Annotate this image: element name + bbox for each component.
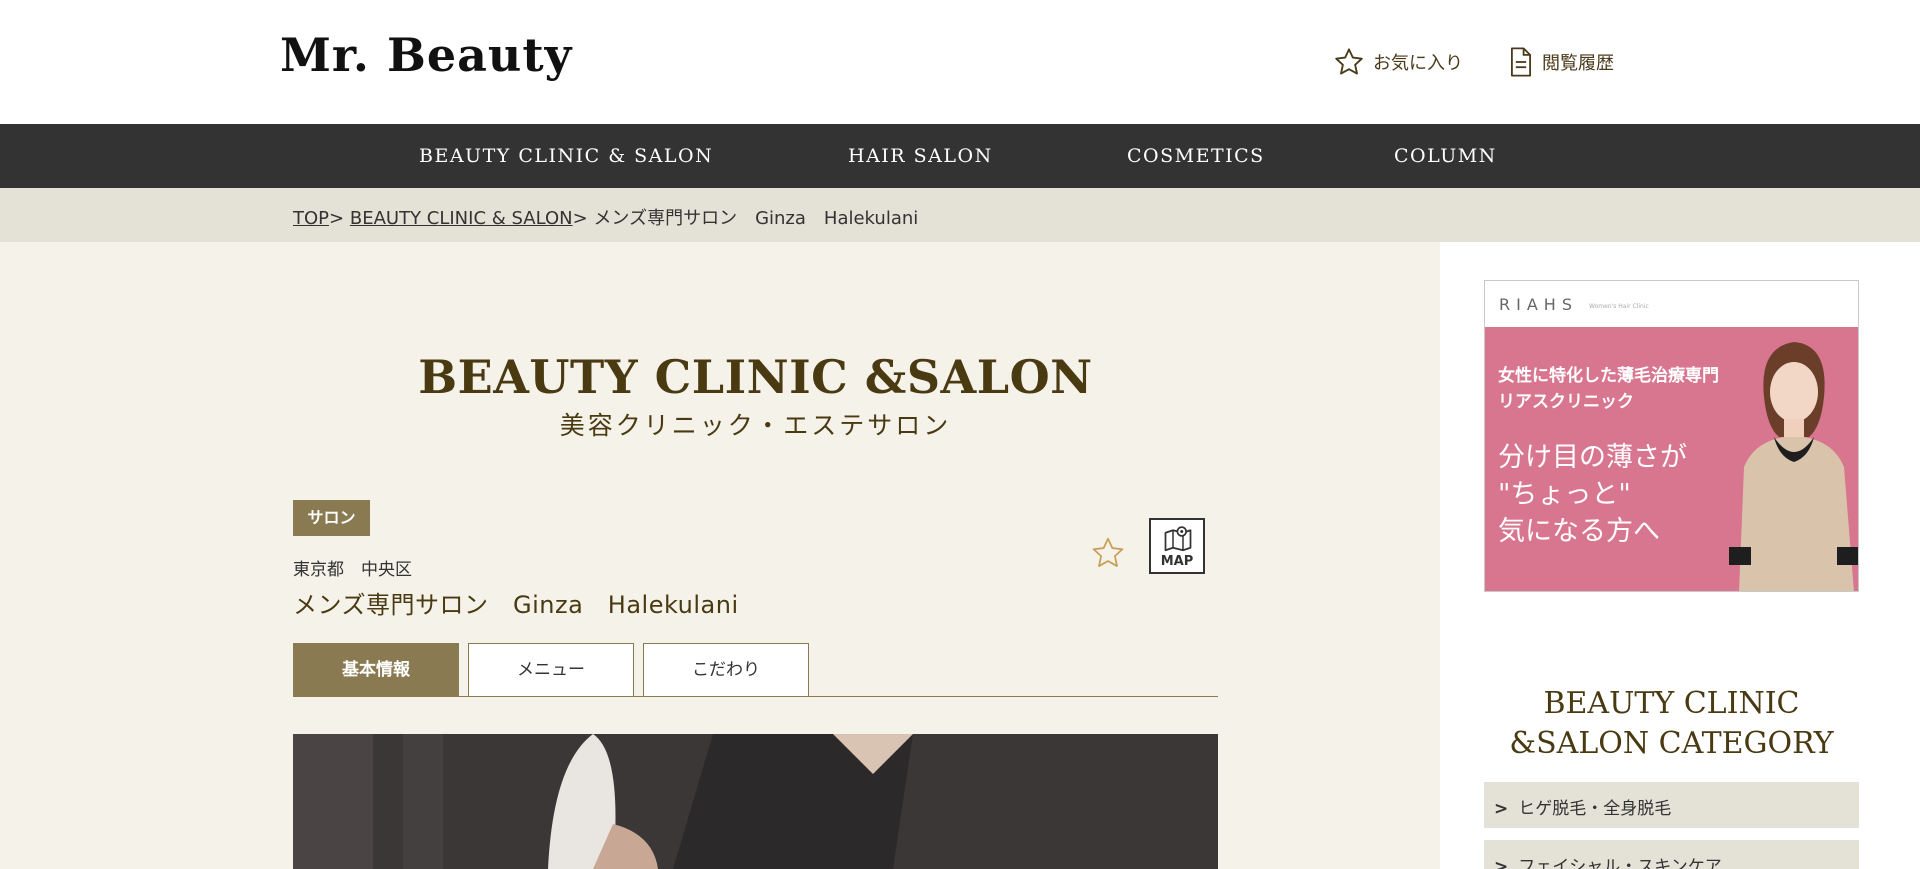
star-icon [1333,46,1365,78]
sidebar-category-label: ヒゲ脱毛・全身脱毛 [1518,799,1672,819]
breadcrumb-category[interactable]: BEAUTY CLINIC & SALON [350,208,573,229]
breadcrumb-separator: > [572,208,588,229]
breadcrumb-separator: > [329,208,345,229]
history-link[interactable]: 閲覧履歴 [1508,46,1614,78]
shop-name: メンズ専門サロン Ginza Halekulani [293,591,739,619]
sidebar-category-item[interactable]: > ヒゲ脱毛・全身脱毛 [1484,782,1859,828]
banner-headline: 分け目の薄さが "ちょっと" 気になる方へ [1498,439,1687,550]
sidebar-category-label: フェイシャル・スキンケア [1518,857,1722,869]
shop-photo [293,734,1218,869]
document-icon [1508,46,1534,78]
banner-headline-line3: 気になる方へ [1498,516,1660,547]
ad-banner[interactable]: RIAHS Women's Hair Clinic 女性に特化した薄毛治療専門 … [1484,280,1859,592]
tab-basic-info[interactable]: 基本情報 [293,643,459,697]
banner-lead-line1: 女性に特化した薄毛治療専門 [1498,366,1719,386]
chevron-right-icon: > [1494,857,1509,869]
nav-item-column[interactable]: COLUMN [1394,145,1497,167]
page-subtitle: 美容クリニック・エステサロン [559,411,952,440]
favorites-label: お気に入り [1373,53,1463,74]
shop-location: 東京都 中央区 [293,560,412,580]
favorite-star-button[interactable] [1090,535,1126,571]
sidebar-category-title-line2: &SALON CATEGORY [1509,726,1834,761]
nav-item-cosmetics[interactable]: COSMETICS [1127,145,1265,167]
site-logo[interactable]: Mr. Beauty [280,28,572,82]
history-label: 閲覧履歴 [1542,53,1614,74]
site-header: Mr. Beauty お気に入り 閲覧履歴 [0,0,1920,124]
breadcrumb-current: メンズ専門サロン Ginza Halekulani [593,208,919,229]
global-nav: BEAUTY CLINIC & SALON HAIR SALON COSMETI… [0,124,1920,188]
category-tag: サロン [293,500,370,536]
banner-brand: RIAHS [1499,295,1578,314]
map-pin-icon [1164,526,1192,552]
nav-item-hair-salon[interactable]: HAIR SALON [848,145,993,167]
tab-features[interactable]: こだわり [643,643,809,697]
tab-menu[interactable]: メニュー [468,643,634,697]
chevron-right-icon: > [1494,799,1509,819]
breadcrumb-top[interactable]: TOP [293,208,329,229]
banner-model-image [1729,342,1858,591]
banner-headline-line2: "ちょっと" [1498,479,1631,510]
nav-item-beauty-clinic-salon[interactable]: BEAUTY CLINIC & SALON [419,145,713,167]
sidebar-category-item[interactable]: > フェイシャル・スキンケア [1484,840,1859,869]
banner-header: RIAHS Women's Hair Clinic [1485,281,1858,327]
banner-lead: 女性に特化した薄毛治療専門 リアスクリニック [1498,363,1719,415]
map-label: MAP [1160,554,1194,569]
breadcrumb-bar: TOP> BEAUTY CLINIC & SALON> メンズ専門サロン Gin… [0,188,1920,242]
sidebar-category-title: BEAUTY CLINIC &SALON CATEGORY [1484,684,1859,764]
sidebar-category-title-line1: BEAUTY CLINIC [1543,686,1800,721]
banner-headline-line1: 分け目の薄さが [1498,442,1687,473]
breadcrumb: TOP> BEAUTY CLINIC & SALON> メンズ専門サロン Gin… [293,204,918,230]
content-tabs: 基本情報 メニュー こだわり [293,643,1218,697]
favorites-link[interactable]: お気に入り [1333,46,1463,78]
banner-lead-line2: リアスクリニック [1498,392,1634,412]
page-title: BEAUTY CLINIC &SALON [418,350,1093,404]
map-button[interactable]: MAP [1149,518,1205,574]
banner-brand-sub: Women's Hair Clinic [1589,303,1649,310]
star-icon [1092,537,1124,567]
